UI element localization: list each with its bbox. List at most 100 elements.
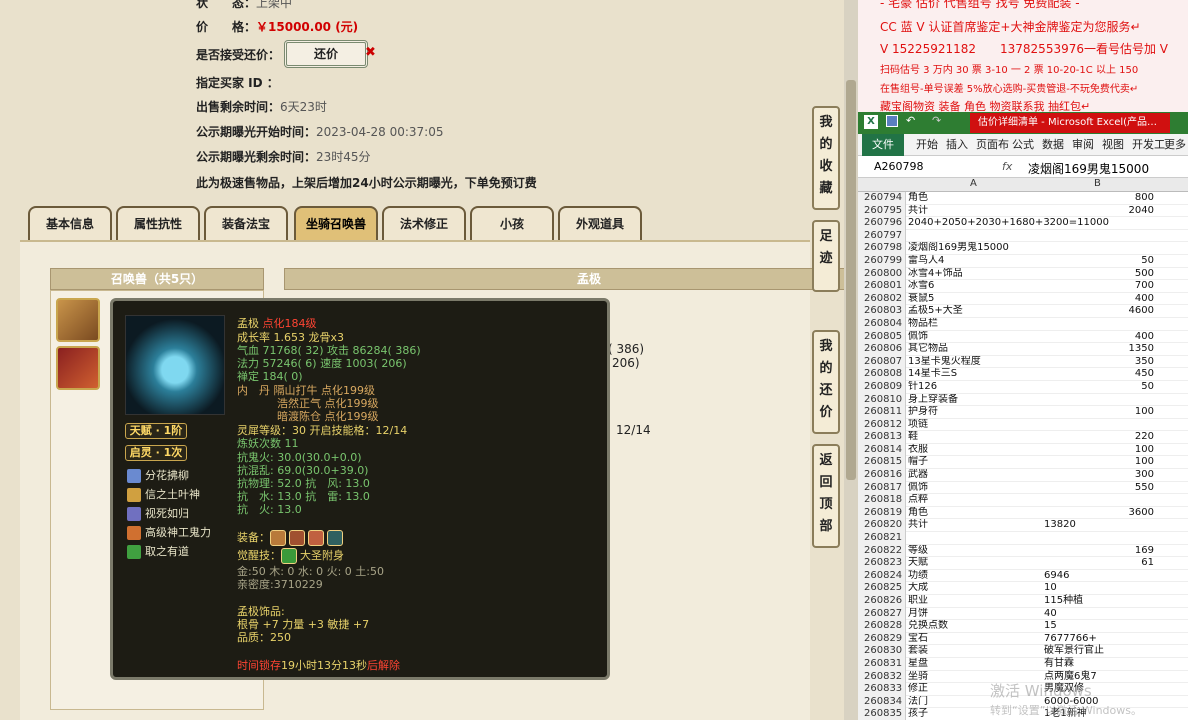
tab-attributes[interactable]: 属性抗性 — [116, 206, 200, 240]
row-number[interactable]: 260806 — [858, 343, 906, 356]
cell-a[interactable]: 兑换点数 — [908, 620, 1038, 633]
table-row[interactable]: 260795 共计 2040 — [858, 204, 1188, 218]
table-row[interactable]: 260822 等级 169 — [858, 544, 1188, 558]
cell-b[interactable]: 169 — [1044, 545, 1154, 558]
my-offers-button[interactable]: 我的还价 — [812, 330, 840, 434]
cell-b[interactable]: 100 — [1044, 406, 1154, 419]
row-number[interactable]: 260807 — [858, 355, 906, 369]
table-row[interactable]: 260794 角色 800 — [858, 192, 1188, 205]
pet-thumb[interactable] — [56, 298, 100, 342]
cell-b[interactable]: 400 — [1044, 293, 1154, 306]
cell-a[interactable]: 针126 — [908, 381, 1038, 394]
cell-a[interactable]: 身上穿装备 — [908, 394, 1038, 407]
cell-b[interactable]: 700 — [1044, 280, 1154, 293]
tab-pets[interactable]: 坐骑召唤兽 — [294, 206, 378, 240]
tab-equipment[interactable]: 装备法宝 — [204, 206, 288, 240]
cell-a[interactable]: 冰雪6 — [908, 280, 1038, 293]
row-number[interactable]: 260830 — [858, 645, 906, 658]
ribbon-tab[interactable]: 审阅 — [1072, 134, 1094, 156]
row-number[interactable]: 260801 — [858, 280, 906, 293]
table-row[interactable]: 260802 衰鼠5 400 — [858, 292, 1188, 306]
cell-a[interactable]: 物品栏 — [908, 318, 1038, 331]
row-number[interactable]: 260799 — [858, 254, 906, 268]
cell-b[interactable]: 15 — [1044, 620, 1154, 633]
cell-b[interactable]: 破军景行官止 — [1044, 645, 1154, 658]
cell-a[interactable]: 其它物品 — [908, 343, 1038, 356]
row-number[interactable]: 260805 — [858, 330, 906, 344]
tab-basic-info[interactable]: 基本信息 — [28, 206, 112, 240]
row-number[interactable]: 260795 — [858, 204, 906, 218]
row-number[interactable]: 260814 — [858, 443, 906, 457]
ribbon-tab[interactable]: 公式 — [1012, 134, 1034, 156]
row-number[interactable]: 260822 — [858, 544, 906, 558]
cell-a[interactable]: 星盘 — [908, 658, 1038, 671]
ribbon-tab[interactable]: 插入 — [946, 134, 968, 156]
cell-a[interactable]: 项链 — [908, 419, 1038, 432]
cell-a[interactable]: 角色 — [908, 507, 1038, 520]
ribbon-file[interactable]: 文件 — [862, 134, 904, 156]
table-row[interactable]: 260819 角色 3600 — [858, 506, 1188, 520]
cell-b[interactable]: 350 — [1044, 356, 1154, 369]
spreadsheet-grid[interactable]: A B 260794 角色 800 260795 共计 2040 260796 2040+20… — [858, 178, 1188, 720]
table-row[interactable]: 260810 身上穿装备 — [858, 393, 1188, 407]
row-number[interactable]: 260815 — [858, 456, 906, 470]
cell-a[interactable]: 共计 — [908, 205, 1038, 218]
name-box[interactable]: A260798 — [874, 160, 924, 173]
table-row[interactable]: 260803 孟极5+大圣 4600 — [858, 305, 1188, 318]
table-row[interactable]: 260811 护身符 100 — [858, 406, 1188, 419]
tab-spell-mod[interactable]: 法术修正 — [382, 206, 466, 240]
cell-b[interactable]: 3600 — [1044, 507, 1154, 520]
cell-a[interactable]: 鞋 — [908, 431, 1038, 444]
table-row[interactable]: 260826 职业 115种植 — [858, 595, 1188, 608]
row-number[interactable]: 260829 — [858, 632, 906, 646]
cell-b[interactable]: 100 — [1044, 456, 1154, 469]
fx-icon[interactable]: fx — [1002, 160, 1012, 173]
cell-b[interactable]: 400 — [1044, 331, 1154, 344]
table-row[interactable]: 260798 凌烟阁169男鬼15000 — [858, 242, 1188, 255]
cell-a[interactable]: 2040+2050+2030+1680+3200=11000 — [908, 217, 1158, 230]
ribbon-tab[interactable]: 页面布 — [976, 134, 1009, 156]
row-number[interactable]: 260817 — [858, 481, 906, 495]
cell-a[interactable]: 佩饰 — [908, 331, 1038, 344]
row-number[interactable]: 260811 — [858, 406, 906, 419]
footprint-button[interactable]: 足迹 — [812, 220, 840, 292]
cell-a[interactable]: 等级 — [908, 545, 1038, 558]
row-number[interactable]: 260827 — [858, 607, 906, 621]
table-row[interactable]: 260828 兑换点数 15 — [858, 620, 1188, 633]
cell-a[interactable]: 武器 — [908, 469, 1038, 482]
table-row[interactable]: 260820 共计 13820 — [858, 519, 1188, 533]
cell-a[interactable]: 14星卡三S — [908, 368, 1038, 381]
undo-icon[interactable]: ↶ — [906, 114, 915, 127]
cell-a[interactable]: 雷鸟人4 — [908, 255, 1038, 268]
row-number[interactable]: 260802 — [858, 292, 906, 306]
table-row[interactable]: 260818 点粹 — [858, 494, 1188, 507]
cell-b[interactable]: 40 — [1044, 608, 1154, 621]
cell-b[interactable]: 2040 — [1044, 205, 1154, 218]
table-row[interactable]: 260825 大成 10 — [858, 582, 1188, 595]
cell-a[interactable]: 帽子 — [908, 456, 1038, 469]
cell-a[interactable]: 佩饰 — [908, 482, 1038, 495]
cell-a[interactable]: 大成 — [908, 582, 1038, 595]
table-row[interactable]: 260823 天赋 61 — [858, 557, 1188, 570]
ribbon-tab[interactable]: 开发工 — [1132, 134, 1165, 156]
row-number[interactable]: 260797 — [858, 229, 906, 243]
cell-a[interactable]: 衰鼠5 — [908, 293, 1038, 306]
row-number[interactable]: 260831 — [858, 657, 906, 671]
cell-b[interactable]: 10 — [1044, 582, 1154, 595]
counter-offer-button[interactable]: 还价 — [284, 40, 368, 68]
row-number[interactable]: 260816 — [858, 469, 906, 482]
cell-a[interactable]: 职业 — [908, 595, 1038, 608]
ribbon-tab[interactable]: 视图 — [1102, 134, 1124, 156]
cell-a[interactable]: 宝石 — [908, 633, 1038, 646]
row-number[interactable]: 260825 — [858, 582, 906, 595]
table-row[interactable]: 260814 衣服 100 — [858, 443, 1188, 457]
cell-b[interactable]: 550 — [1044, 482, 1154, 495]
table-row[interactable]: 260796 2040+2050+2030+1680+3200=11000 — [858, 217, 1188, 230]
cell-a[interactable]: 共计 — [908, 519, 1038, 532]
cell-b[interactable]: 115种植 — [1044, 595, 1154, 608]
cell-a[interactable]: 衣服 — [908, 444, 1038, 457]
cell-a[interactable]: 13星卡鬼火程度 — [908, 356, 1038, 369]
row-number[interactable]: 260828 — [858, 620, 906, 633]
ribbon-tab[interactable]: 开始 — [916, 134, 938, 156]
table-row[interactable]: 260809 针126 50 — [858, 380, 1188, 394]
